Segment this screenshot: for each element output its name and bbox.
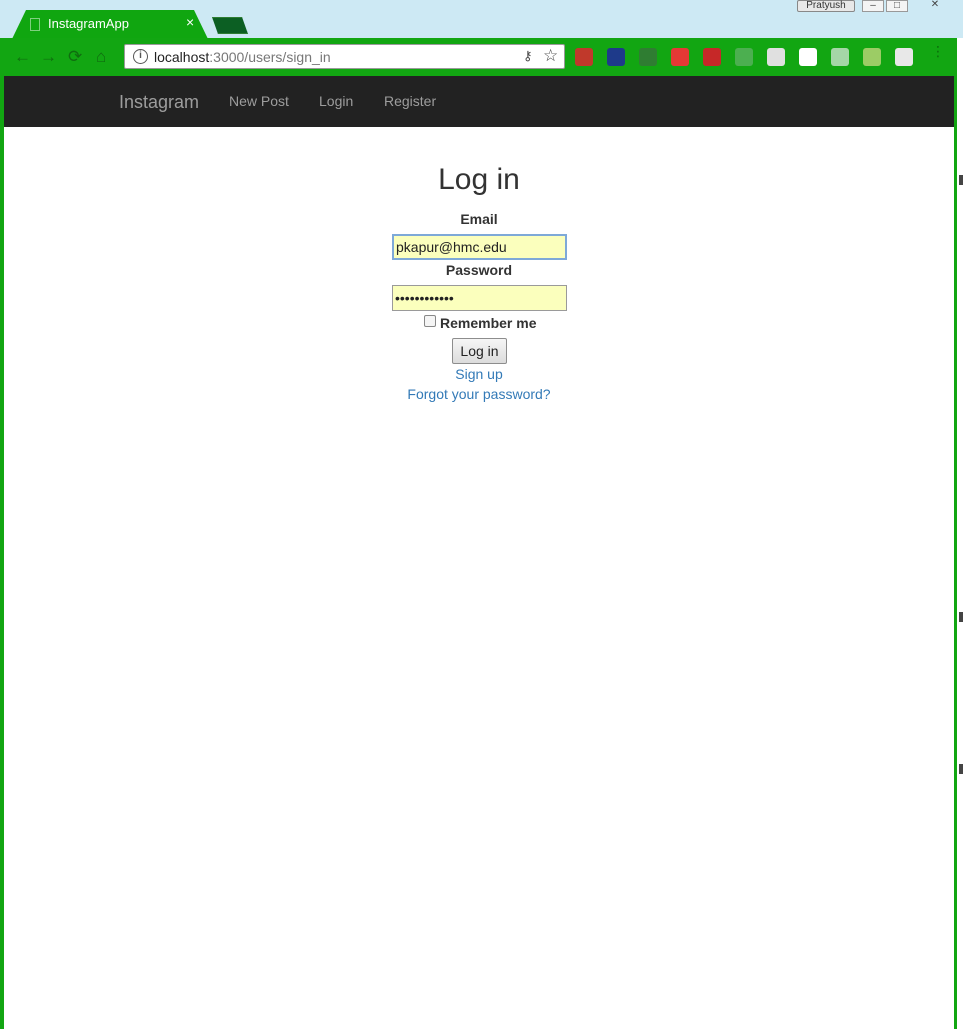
ext-doc-icon[interactable] [767,48,785,66]
ext-w-icon[interactable] [863,48,881,66]
remember-me-checkbox[interactable] [424,315,436,327]
forward-button[interactable]: → [40,47,57,67]
ext-green-icon[interactable] [639,48,657,66]
profile-button[interactable]: Pratyush [797,0,855,12]
password-field[interactable] [392,285,567,311]
ext-stop-icon[interactable] [671,48,689,66]
ext-h-icon[interactable] [831,48,849,66]
page-content: Log in Email Password Remember me Log in… [4,127,954,1029]
ext-red-icon[interactable] [575,48,593,66]
desktop-mark [959,764,963,774]
forgot-password-link[interactable]: Forgot your password? [4,386,954,402]
ext-b-icon[interactable] [895,48,913,66]
home-button[interactable]: ⌂ [96,47,106,67]
back-button[interactable]: ← [14,47,31,67]
desktop-mark [959,175,963,185]
minimize-button[interactable]: – [862,0,884,12]
browser-toolbar: ← → ⟳ ⌂ i localhost:3000/users/sign_in ⚷… [0,38,963,76]
page-icon [30,18,40,31]
url-text[interactable]: localhost:3000/users/sign_in [154,49,331,65]
tab-title: InstagramApp [48,16,129,31]
address-bar[interactable]: i localhost:3000/users/sign_in ⚷ ☆ [124,44,565,69]
info-icon[interactable]: i [133,49,148,64]
browser-menu-icon[interactable]: ⋮ [931,44,945,58]
browser-tab[interactable]: InstagramApp × [12,10,208,39]
nav-register[interactable]: Register [384,93,436,109]
password-label: Password [445,262,513,278]
key-icon[interactable]: ⚷ [523,48,533,64]
ext-puzzle-icon[interactable] [799,48,817,66]
url-host: localhost [154,49,210,65]
nav-new-post[interactable]: New Post [229,93,289,109]
desktop-mark [959,612,963,622]
close-window-button[interactable]: ✕ [914,0,956,12]
url-path: :3000/users/sign_in [209,49,331,65]
app-navbar: Instagram New Post Login Register [4,76,954,127]
maximize-button[interactable]: □ [886,0,908,12]
tab-close-icon[interactable]: × [186,14,194,30]
page-title: Log in [438,163,520,196]
ext-r-icon[interactable] [735,48,753,66]
login-button[interactable]: Log in [452,338,507,364]
reload-button[interactable]: ⟳ [68,47,82,67]
brand-link[interactable]: Instagram [119,92,199,113]
new-tab-button[interactable] [212,17,248,34]
email-field[interactable] [392,234,567,260]
bookmark-star-icon[interactable]: ☆ [543,46,558,66]
browser-titlebar: InstagramApp × Pratyush – □ ✕ [0,0,963,39]
desktop-edge [957,38,963,1029]
remember-me-label[interactable]: Remember me [440,315,537,331]
sign-up-link[interactable]: Sign up [4,366,954,382]
email-label: Email [460,211,498,227]
nav-login[interactable]: Login [319,93,353,109]
ext-blue-icon[interactable] [607,48,625,66]
ext-triangle-icon[interactable] [703,48,721,66]
